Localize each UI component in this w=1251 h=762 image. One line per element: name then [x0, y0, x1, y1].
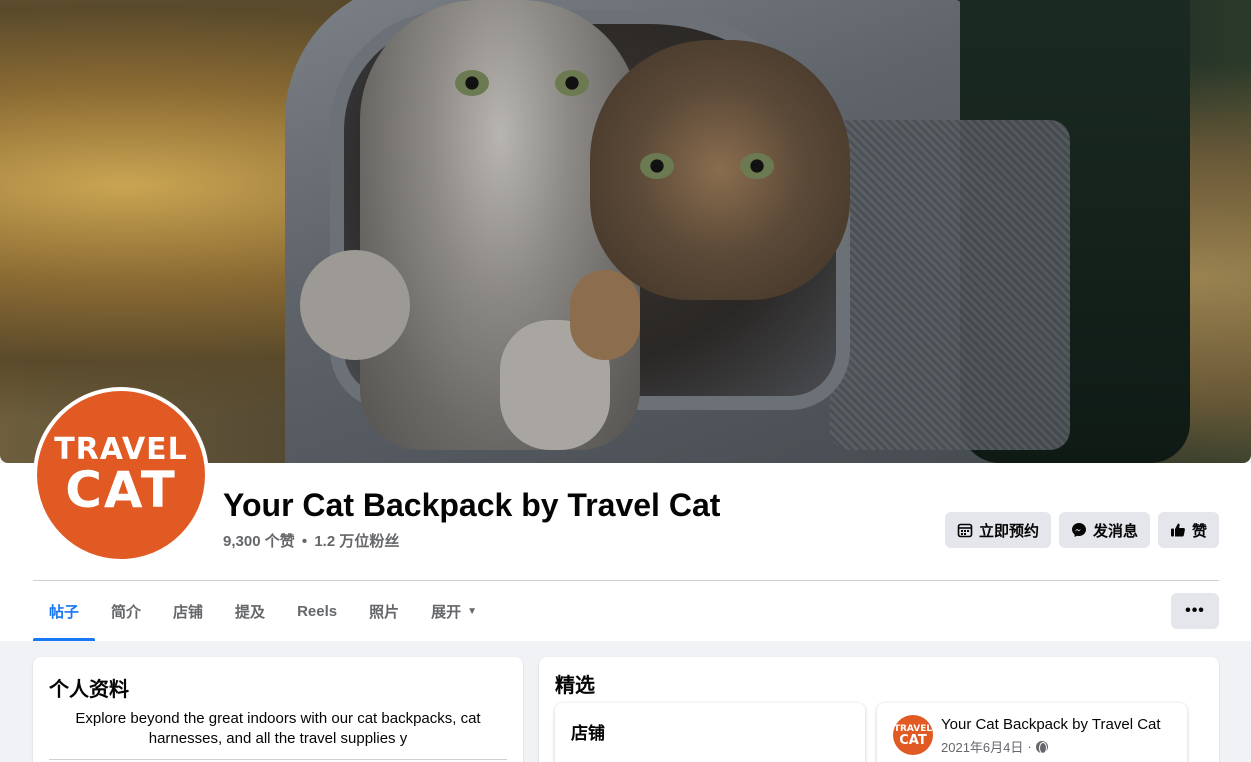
featured-shop-card[interactable]: 店铺	[555, 703, 865, 762]
post-avatar-logo-bottom: CAT	[899, 732, 927, 748]
like-button[interactable]: 赞	[1157, 512, 1219, 548]
messenger-icon	[1071, 523, 1086, 537]
likes-count[interactable]: 9,300 个赞	[223, 533, 295, 550]
featured-card: 精选 店铺 TRAVEL CAT Your Cat Backpack by Tr…	[539, 657, 1219, 762]
followers-count[interactable]: 1.2 万位粉丝	[314, 533, 399, 550]
featured-title: 精选	[555, 675, 595, 697]
page-title: Your Cat Backpack by Travel Cat	[223, 487, 721, 523]
book-now-button[interactable]: 立即预约	[944, 512, 1051, 548]
book-now-label: 立即预约	[978, 522, 1039, 540]
message-button[interactable]: 发消息	[1058, 512, 1150, 548]
page-stats: 9,300 个赞 • 1.2 万位粉丝	[223, 530, 399, 551]
post-avatar-logo-top: TRAVEL	[893, 723, 933, 734]
cover-cat-eye	[455, 70, 489, 96]
stats-separator: •	[301, 533, 308, 550]
tab-more-label: 展开	[431, 603, 462, 621]
post-meta-dot: ·	[1027, 739, 1032, 754]
post-author-name[interactable]: Your Cat Backpack by Travel Cat	[941, 716, 1161, 733]
tab-posts[interactable]: 帖子	[33, 581, 96, 641]
globe-icon	[1035, 740, 1048, 754]
page-tabs: 帖子 简介 店铺 提及 Reels 照片 展开 ▼	[33, 581, 493, 641]
profile-card: 个人资料 Explore beyond the great indoors wi…	[33, 657, 523, 762]
tab-mentions[interactable]: 提及	[219, 581, 281, 641]
post-author-avatar[interactable]: TRAVEL CAT	[893, 715, 933, 755]
calendar-icon	[957, 523, 973, 538]
like-label: 赞	[1191, 522, 1207, 540]
page-avatar[interactable]: TRAVEL CAT	[33, 387, 209, 563]
featured-shop-label: 店铺	[571, 724, 605, 743]
post-date[interactable]: 2021年6月4日	[941, 737, 1023, 756]
profile-divider	[49, 759, 507, 760]
cover-paw-shape	[570, 270, 640, 360]
page-actions: 立即预约 发消息 赞	[944, 512, 1219, 548]
tab-reels[interactable]: Reels	[281, 581, 353, 641]
cover-tabby-cat-shape	[590, 40, 850, 300]
cover-mesh-shape	[830, 120, 1070, 450]
cover-photo[interactable]	[0, 0, 1251, 463]
featured-post-card[interactable]: TRAVEL CAT Your Cat Backpack by Travel C…	[877, 703, 1187, 762]
tab-about[interactable]: 简介	[95, 581, 157, 641]
profile-card-title: 个人资料	[49, 679, 129, 701]
post-meta: 2021年6月4日 ·	[941, 737, 1048, 756]
cover-cat-eye	[640, 153, 674, 179]
tab-more[interactable]: 展开 ▼	[415, 581, 493, 641]
travel-cat-logo: TRAVEL CAT	[37, 391, 205, 559]
thumbs-up-icon	[1170, 523, 1185, 537]
logo-text-bottom: CAT	[65, 461, 177, 519]
caret-down-icon: ▼	[467, 605, 478, 617]
cover-cat-eye	[555, 70, 589, 96]
tab-photos[interactable]: 照片	[353, 581, 415, 641]
cover-paw-shape	[300, 250, 410, 360]
more-options-button[interactable]: •••	[1171, 593, 1219, 629]
tab-shop[interactable]: 店铺	[157, 581, 219, 641]
profile-bio: Explore beyond the great indoors with ou…	[75, 710, 481, 747]
message-label: 发消息	[1092, 522, 1138, 540]
cover-cat-eye	[740, 153, 774, 179]
